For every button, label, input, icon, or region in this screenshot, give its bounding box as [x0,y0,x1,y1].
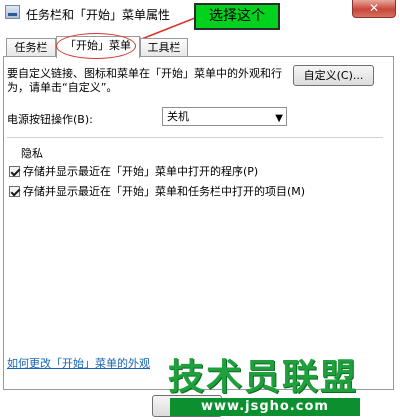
tab-start-menu[interactable]: 「开始」菜单 [56,36,140,58]
privacy-group: 隐私 存储并显示最近在「开始」菜单中打开的程序(P) 存储并显示最近在「开始」菜… [7,137,383,211]
recent-items-label: 存储并显示最近在「开始」菜单和任务栏中打开的项目(M) [23,185,306,198]
taskbar-properties-icon [5,5,20,19]
recent-programs-checkbox[interactable]: 存储并显示最近在「开始」菜单中打开的程序(P) [9,163,259,178]
close-button[interactable]: ✕ [352,0,396,18]
power-button-value: 关机 [167,110,189,123]
annotation-callout: 选择这个 [194,3,280,30]
help-link[interactable]: 如何更改「开始」菜单的外观 [7,355,150,371]
recent-items-checkbox[interactable]: 存储并显示最近在「开始」菜单和任务栏中打开的项目(M) [9,183,306,198]
watermark-logo: 技术员联盟 [168,357,359,398]
customize-button[interactable]: 自定义(C)... [293,65,374,86]
customize-description: 要自定义链接、图标和菜单在「开始」菜单中的外观和行为，请单击“自定义”。 [7,67,282,94]
dropdown-arrow-icon: ▼ [275,113,283,124]
tab-toolbars[interactable]: 工具栏 [140,38,188,57]
start-menu-panel: 要自定义链接、图标和菜单在「开始」菜单中的外观和行为，请单击“自定义”。 自定义… [3,56,394,390]
tab-taskbar[interactable]: 任务栏 [6,38,56,57]
watermark-url: www.jsgho.com [170,398,360,416]
power-button-select[interactable]: 关机 ▼ [162,107,287,126]
recent-programs-label: 存储并显示最近在「开始」菜单中打开的程序(P) [23,165,259,178]
privacy-title: 隐私 [21,147,43,160]
tab-strip: 任务栏 「开始」菜单 工具栏 [0,36,400,58]
checkbox-checked-icon[interactable] [9,165,20,177]
power-button-label: 电源按钮操作(B): [7,113,93,126]
checkbox-checked-icon[interactable] [9,185,20,197]
